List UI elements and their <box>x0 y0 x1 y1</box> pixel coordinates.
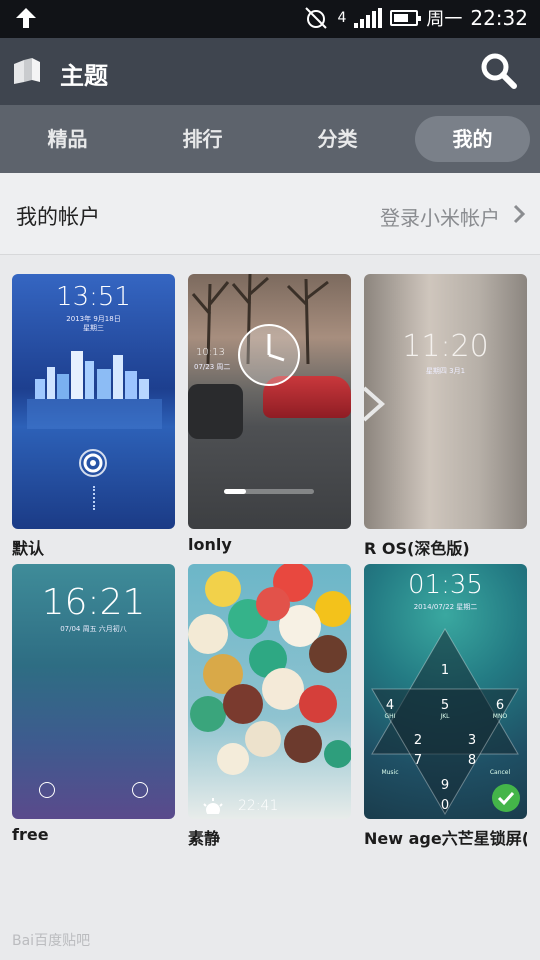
tab-bar: 精品 排行 分类 我的 <box>0 105 540 173</box>
theme-thumbnail: 11:20 星期四 3月1 <box>364 274 527 529</box>
network-type: 4 <box>337 10 347 26</box>
thumb-weekday: 星期三 <box>83 324 104 332</box>
svg-text:4: 4 <box>386 698 394 713</box>
status-bar: 4 周一 22:32 <box>0 0 540 38</box>
tab-mine[interactable]: 我的 <box>415 116 530 162</box>
upload-arrow-icon <box>16 8 36 28</box>
thumb-date: 07/04 周五 六月初八 <box>60 625 127 633</box>
theme-name: lonly <box>188 535 232 554</box>
dots-divider <box>93 486 95 510</box>
svg-text:9: 9 <box>441 778 449 793</box>
theme-card-free[interactable]: 16:21 07/04 周五 六月初八 free <box>12 564 175 844</box>
account-label: 我的帐户 <box>16 205 100 229</box>
circle-right-icon <box>132 782 148 798</box>
account-row[interactable]: 我的帐户 登录小米帐户 <box>0 173 540 255</box>
thumb-clock: 01:35 <box>408 570 483 600</box>
signal-icon <box>354 8 383 28</box>
svg-text:GHI: GHI <box>385 713 396 720</box>
tab-category[interactable]: 分类 <box>280 116 395 162</box>
thumb-date: 星期四 3月1 <box>425 367 466 375</box>
sun-icon <box>203 798 223 814</box>
theme-name: 素静 <box>188 829 221 848</box>
theme-name: 默认 <box>12 539 45 558</box>
alarm-off-icon <box>305 7 328 29</box>
svg-text:6: 6 <box>496 698 504 713</box>
svg-text:Cancel: Cancel <box>490 769 511 776</box>
page-title: 主题 <box>60 62 108 90</box>
theme-card-suqing[interactable]: 22:41 素静 <box>188 564 351 849</box>
theme-app-icon <box>14 58 40 84</box>
svg-text:JKL: JKL <box>439 713 450 720</box>
svg-text:8: 8 <box>468 753 476 768</box>
svg-text:7: 7 <box>414 753 422 768</box>
theme-thumbnail: 01:35 2014/07/22 星期二 1 4 5 6 2 3 7 8 9 0 GHI… <box>364 564 527 819</box>
thumb-clock: 13:51 <box>56 282 131 312</box>
dark-car <box>188 384 243 439</box>
chevron-right-icon <box>513 204 526 224</box>
thumb-clock: 22:41 <box>238 798 279 814</box>
theme-card-ros-dark[interactable]: 11:20 星期四 3月1 R OS(深色版) <box>364 274 527 559</box>
theme-thumbnail: 22:41 <box>188 564 351 819</box>
theme-card-new-age[interactable]: 01:35 2014/07/22 星期二 1 4 5 6 2 3 7 8 9 0 GHI… <box>364 564 527 849</box>
title-bar: 主题 <box>0 38 540 105</box>
login-link[interactable]: 登录小米帐户 <box>380 202 500 231</box>
tab-ranking[interactable]: 排行 <box>145 116 260 162</box>
unlock-ring-icon <box>79 449 107 477</box>
circle-left-icon <box>39 782 55 798</box>
theme-thumbnail: 13:51 2013年 9月18日 星期三 <box>12 274 175 529</box>
status-day: 周一 <box>426 9 463 30</box>
svg-text:0: 0 <box>441 798 449 813</box>
thumb-date: 2014/07/22 星期二 <box>413 603 478 611</box>
theme-thumbnail: 16:21 07/04 周五 六月初八 <box>12 564 175 819</box>
thumb-date: 07/23 周二 <box>194 363 231 371</box>
thumb-clock: 16:21 <box>41 582 146 623</box>
search-icon[interactable] <box>480 52 518 90</box>
svg-text:1: 1 <box>441 663 449 678</box>
balloons-icon <box>188 564 351 775</box>
thumb-clock: 10:13 <box>196 347 225 358</box>
theme-name: R OS(深色版) <box>364 539 470 558</box>
theme-thumbnail: 10:13 07/23 周二 <box>188 274 351 529</box>
svg-text:MNO: MNO <box>493 713 508 720</box>
svg-text:2: 2 <box>414 733 422 748</box>
theme-name: New age六芒星锁屏(... <box>364 829 527 848</box>
theme-card-lonly[interactable]: 10:13 07/23 周二 lonly <box>188 274 351 554</box>
theme-name: free <box>12 825 49 844</box>
status-time: 22:32 <box>470 6 528 30</box>
svg-text:Music: Music <box>381 769 398 776</box>
thumb-clock: 11:20 <box>402 329 489 364</box>
clock-face-icon <box>238 324 300 386</box>
svg-text:3: 3 <box>468 733 476 748</box>
watermark: Bai百度贴吧 <box>12 933 91 949</box>
svg-text:5: 5 <box>441 698 449 713</box>
theme-card-default[interactable]: 13:51 2013年 9月18日 星期三 默认 <box>12 274 175 559</box>
check-circle-icon <box>492 784 520 812</box>
chevron-right-icon <box>362 386 386 422</box>
battery-icon <box>390 10 422 26</box>
tab-featured[interactable]: 精品 <box>10 116 125 162</box>
slider-thumb <box>224 489 246 494</box>
city-skyline-icon <box>27 351 162 429</box>
